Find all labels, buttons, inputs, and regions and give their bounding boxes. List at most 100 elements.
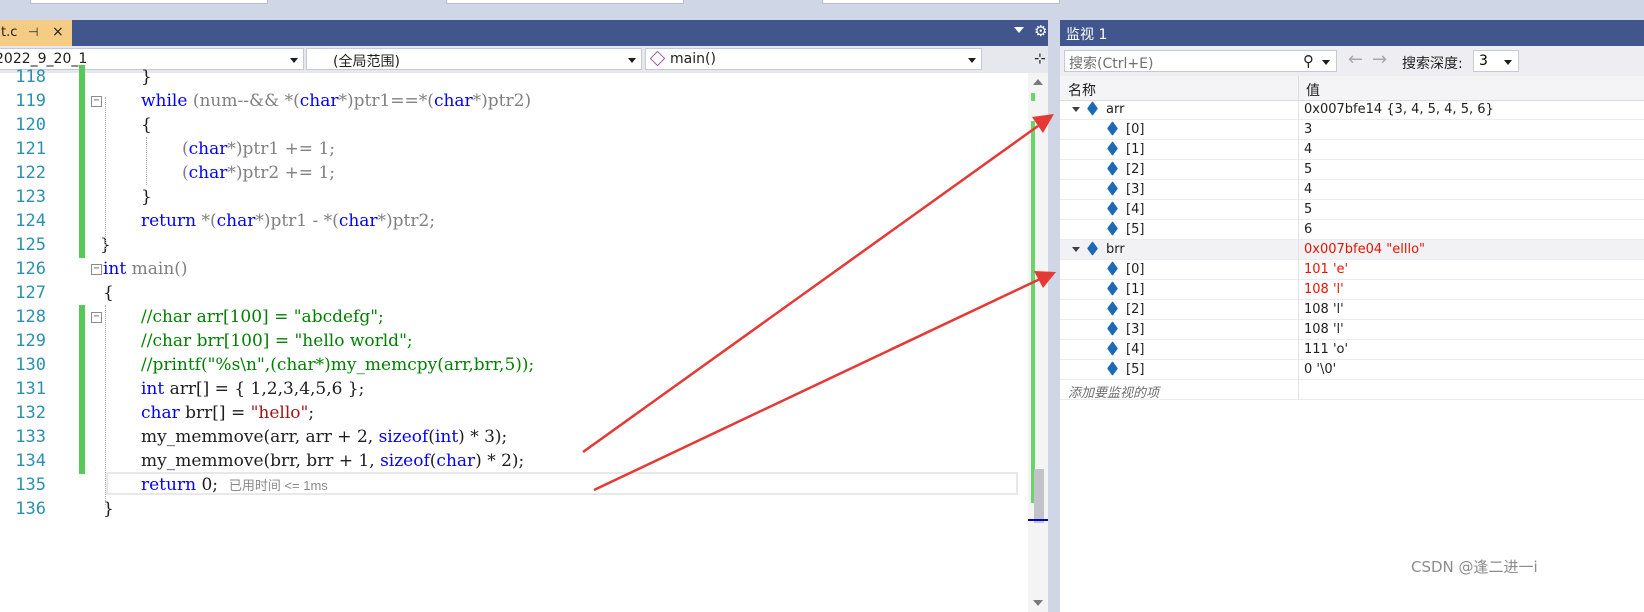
chevron-down-icon bbox=[628, 58, 636, 63]
keyword: char bbox=[188, 139, 228, 159]
collapse-icon[interactable]: − bbox=[91, 264, 102, 275]
line-number: 129 bbox=[15, 331, 46, 351]
variable-icon bbox=[1107, 121, 1118, 136]
keyword: char bbox=[338, 211, 378, 231]
line-number: 122 bbox=[15, 163, 46, 183]
split-window-icon[interactable]: ⊹ bbox=[1034, 51, 1046, 67]
search-depth-combo[interactable]: 3 bbox=[1473, 50, 1519, 72]
line-number: 120 bbox=[15, 115, 46, 135]
column-separator bbox=[1298, 100, 1299, 120]
code-text: ( bbox=[182, 163, 189, 183]
scroll-up-icon[interactable] bbox=[1033, 79, 1043, 85]
watch-row[interactable]: [1] 4 bbox=[1060, 140, 1644, 160]
forward-arrow-icon[interactable]: → bbox=[1372, 49, 1387, 70]
watch-row-name: [2] bbox=[1126, 302, 1145, 317]
collapse-icon[interactable]: − bbox=[91, 312, 102, 323]
chevron-down-icon[interactable] bbox=[1322, 60, 1330, 65]
scroll-down-icon[interactable] bbox=[1033, 600, 1043, 606]
keyword: while bbox=[141, 91, 188, 111]
code-line: 136 } bbox=[0, 497, 1028, 522]
chevron-down-icon bbox=[1504, 60, 1512, 65]
comment-text: //char arr[100] = "abcdefg"; bbox=[141, 307, 384, 327]
code-line: 131 int arr[] = { 1,2,3,4,5,6 }; bbox=[0, 377, 1028, 402]
watch-row[interactable]: arr 0x007bfe14 {3, 4, 5, 4, 5, 6} bbox=[1060, 100, 1644, 120]
search-input[interactable]: 搜索(Ctrl+E) ⚲ bbox=[1064, 50, 1337, 72]
function-cube-icon bbox=[649, 50, 666, 67]
change-marker bbox=[79, 353, 85, 378]
change-marker bbox=[79, 113, 85, 138]
add-watch-placeholder[interactable]: 添加要监视的项 bbox=[1068, 382, 1159, 401]
variable-icon bbox=[1107, 341, 1118, 356]
toolbar-field[interactable] bbox=[446, 0, 684, 4]
watch-row[interactable]: [4] 5 bbox=[1060, 200, 1644, 220]
code-text: my_memmove(arr, arr + 2, bbox=[141, 427, 379, 447]
code-text: *)ptr2; bbox=[377, 211, 436, 231]
column-separator bbox=[1298, 240, 1299, 260]
column-separator bbox=[1298, 380, 1299, 400]
variable-icon bbox=[1107, 201, 1118, 216]
code-line: 129 //char brr[100] = "hello world"; bbox=[0, 329, 1028, 354]
watch-row[interactable]: [1] 108 'l' bbox=[1060, 280, 1644, 300]
search-placeholder: 搜索(Ctrl+E) bbox=[1069, 56, 1154, 72]
code-text: *)ptr2) bbox=[472, 91, 532, 111]
watch-row[interactable]: [3] 4 bbox=[1060, 180, 1644, 200]
watch-row[interactable]: [3] 108 'l' bbox=[1060, 320, 1644, 340]
scroll-thumb[interactable] bbox=[1034, 469, 1044, 523]
column-separator bbox=[1298, 220, 1299, 240]
pin-icon[interactable]: ⊣ bbox=[28, 25, 38, 39]
file-tab-name: t.c bbox=[1, 25, 18, 40]
code-text: *)ptr1 += 1; bbox=[227, 139, 336, 159]
watch-row-value: 4 bbox=[1304, 182, 1313, 197]
code-line: 121 (char*)ptr1 += 1; bbox=[0, 137, 1028, 162]
column-separator bbox=[1298, 140, 1299, 160]
line-number: 125 bbox=[15, 235, 46, 255]
column-separator[interactable] bbox=[1298, 76, 1299, 100]
watch-row[interactable]: brr 0x007bfe04 "elllo" bbox=[1060, 240, 1644, 260]
code-text: } bbox=[141, 67, 152, 87]
watch-row[interactable]: [4] 111 'o' bbox=[1060, 340, 1644, 360]
watch-row[interactable]: [2] 5 bbox=[1060, 160, 1644, 180]
close-icon[interactable]: × bbox=[52, 24, 64, 40]
gear-icon[interactable]: ⚙ bbox=[1034, 22, 1047, 40]
toolbar-field[interactable] bbox=[822, 0, 1060, 4]
collapse-triangle-icon[interactable] bbox=[1072, 107, 1080, 112]
watch-row-name: [4] bbox=[1126, 342, 1145, 357]
back-arrow-icon[interactable]: ← bbox=[1348, 49, 1363, 70]
code-editor[interactable]: 118 } 119 − while (num--&& *(char*)ptr1=… bbox=[0, 65, 1028, 612]
watch-row[interactable]: [0] 3 bbox=[1060, 120, 1644, 140]
watch-row[interactable]: [5] 0 '\0' bbox=[1060, 360, 1644, 380]
code-text: ( bbox=[182, 139, 189, 159]
tab-list-dropdown-icon[interactable] bbox=[1014, 27, 1024, 33]
watermark: CSDN @逢二进一i bbox=[1411, 558, 1538, 576]
watch-row[interactable]: [5] 6 bbox=[1060, 220, 1644, 240]
keyword: return bbox=[141, 211, 197, 231]
code-line: 123 } bbox=[0, 185, 1028, 210]
watch-row[interactable]: [0] 101 'e' bbox=[1060, 260, 1644, 280]
change-marker bbox=[79, 233, 85, 258]
watch-window: 监视 1 搜索(Ctrl+E) ⚲ ← → 搜索深度: 3 名称 值 arr 0… bbox=[1060, 20, 1644, 612]
indent-guide bbox=[105, 97, 106, 249]
change-marker bbox=[79, 137, 85, 162]
editor-scrollbar[interactable] bbox=[1028, 73, 1048, 612]
toolbar-field[interactable] bbox=[30, 0, 268, 4]
watch-row-name: [1] bbox=[1126, 142, 1145, 157]
change-marker bbox=[79, 305, 85, 330]
code-text: *)ptr1==*( bbox=[338, 91, 434, 111]
collapse-triangle-icon[interactable] bbox=[1072, 247, 1080, 252]
search-icon[interactable]: ⚲ bbox=[1303, 52, 1314, 70]
line-number: 119 bbox=[15, 91, 46, 111]
watch-row-name: arr bbox=[1106, 102, 1125, 117]
watch-row-value: 108 'l' bbox=[1304, 302, 1344, 317]
column-header-value[interactable]: 值 bbox=[1306, 80, 1320, 100]
watch-row[interactable]: [2] 108 'l' bbox=[1060, 300, 1644, 320]
pane-splitter[interactable] bbox=[1048, 20, 1060, 612]
column-separator bbox=[1298, 180, 1299, 200]
collapse-icon[interactable]: − bbox=[91, 96, 102, 107]
add-watch-row[interactable]: 添加要监视的项 bbox=[1060, 380, 1644, 401]
variable-icon bbox=[1107, 261, 1118, 276]
watch-row-value: 3 bbox=[1304, 122, 1313, 137]
column-separator bbox=[1298, 280, 1299, 300]
column-header-name[interactable]: 名称 bbox=[1068, 80, 1096, 100]
keyword: char bbox=[188, 163, 228, 183]
file-tab[interactable]: t.c ⊣ × bbox=[0, 20, 72, 46]
